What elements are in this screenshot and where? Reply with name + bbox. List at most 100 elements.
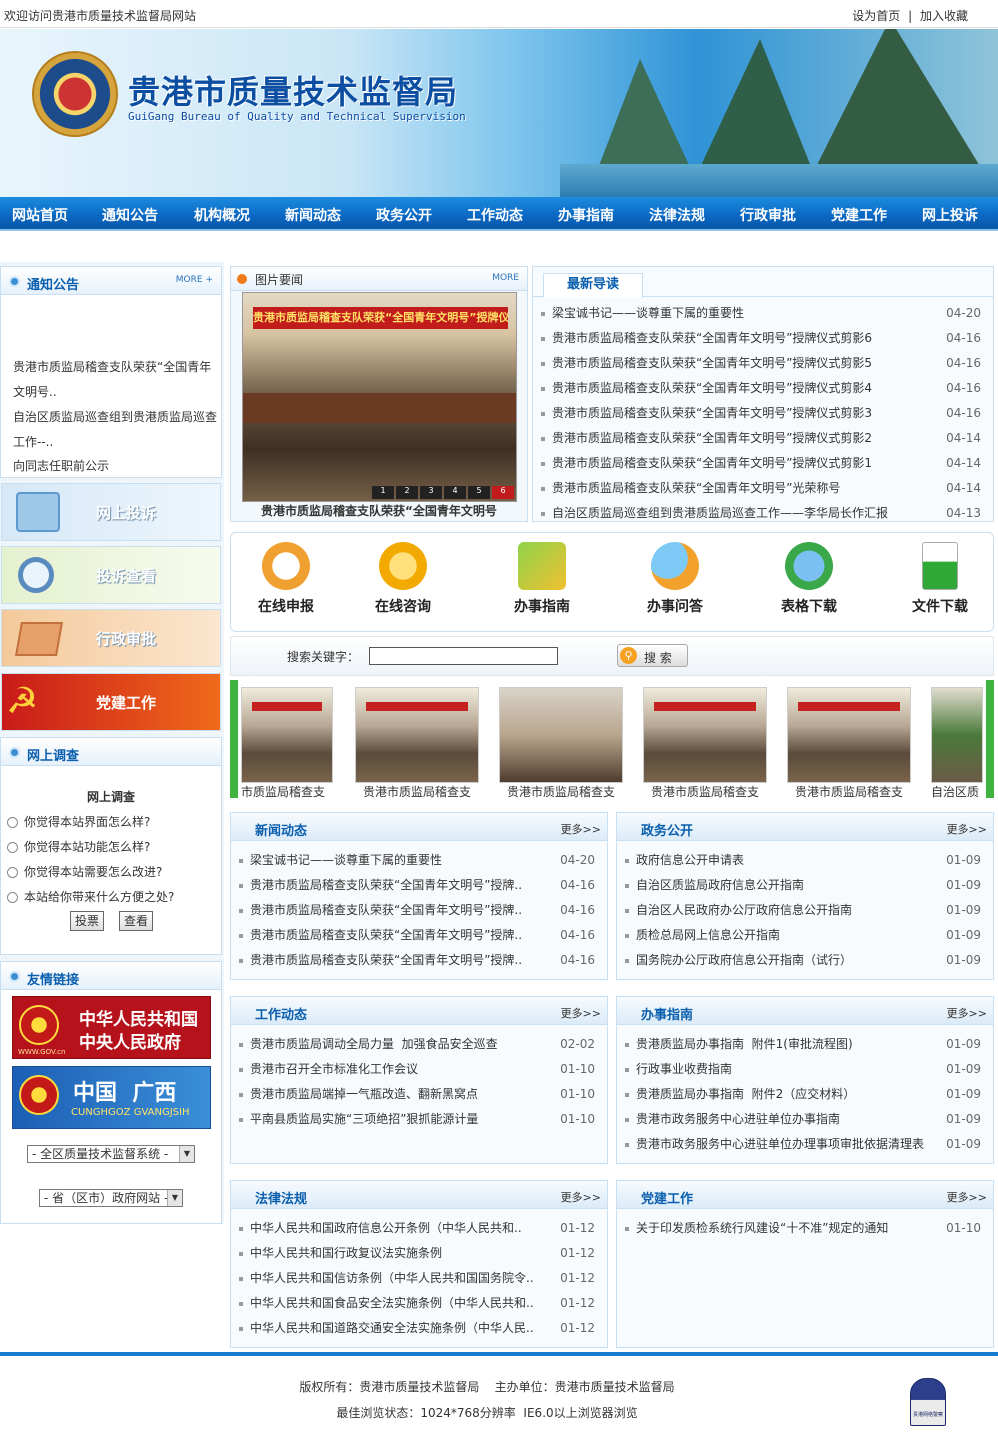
work-item[interactable]: 平南县质监局实施“三项绝招”狠抓能源计量 01-10 (239, 1107, 595, 1132)
news-item[interactable]: 梁宝诚书记——谈尊重下属的重要性 04-20 (239, 848, 595, 873)
pager-button[interactable]: 4 (444, 486, 466, 499)
central-gov-link[interactable]: 中华人民共和国 中央人民政府 WWW.GOV.cn (12, 996, 211, 1059)
file-download-link[interactable]: 文件下载 (885, 542, 995, 616)
law-item[interactable]: 中华人民共和国行政复议法实施条例 01-12 (239, 1241, 595, 1266)
thumbnail-photo[interactable] (355, 687, 479, 783)
guide-item[interactable]: 贵港质监局办事指南 附件2（应交材料） 01-09 (625, 1082, 981, 1107)
scroll-right-icon[interactable] (986, 680, 994, 798)
news-item[interactable]: 贵港市质监局稽查支队荣获“全国青年文明号”授牌.. 04-16 (239, 873, 595, 898)
survey-option[interactable]: 你觉得本站功能怎么样? (7, 838, 150, 855)
service-guide-link[interactable]: 办事指南 (487, 542, 597, 616)
work-item[interactable]: 贵港市质监局调动全局力量 加强食品安全巡查 02-02 (239, 1032, 595, 1057)
online-consult-link[interactable]: 在线咨询 (348, 542, 458, 616)
guide-item[interactable]: 贵港市政务服务中心进驻单位办事指南 01-09 (625, 1107, 981, 1132)
thumbnail-photo[interactable] (643, 687, 767, 783)
vote-button[interactable]: 投票 (70, 911, 104, 931)
quality-system-select[interactable]: - 全区质量技术监督系统 - ▼ (27, 1145, 195, 1163)
thumbnail-photo[interactable] (241, 687, 333, 783)
law-item[interactable]: 中华人民共和国道路交通安全法实施条例（中华人民.. 01-12 (239, 1316, 595, 1341)
view-results-button[interactable]: 查看 (119, 911, 153, 931)
nav-notice[interactable]: 通知公告 (102, 205, 158, 225)
pager-button[interactable]: 1 (372, 486, 394, 499)
nav-news[interactable]: 新闻动态 (285, 205, 341, 225)
more-link[interactable]: 更多>> (561, 1189, 601, 1205)
gov-item[interactable]: 自治区质监局政府信息公开指南 01-09 (625, 873, 981, 898)
radio-icon[interactable] (7, 817, 18, 828)
chevron-down-icon[interactable]: ▼ (167, 1190, 182, 1206)
gov-item[interactable]: 政府信息公开申请表 01-09 (625, 848, 981, 873)
photo-caption[interactable]: 贵港市质监局稽查支队荣获“全国青年文明号 (231, 502, 527, 519)
photo-slideshow[interactable]: 贵港市质监局稽查支队荣获“全国青年文明号”授牌仪式 1 2 3 4 5 6 (242, 292, 517, 502)
nav-about[interactable]: 机构概况 (194, 205, 250, 225)
work-item[interactable]: 贵港市召开全市标准化工作会议 01-10 (239, 1057, 595, 1082)
more-link[interactable]: 更多>> (947, 1189, 987, 1205)
thumbnail-caption[interactable]: 市质监局稽查支 (241, 783, 333, 800)
radio-icon[interactable] (7, 842, 18, 853)
latest-item[interactable]: 自治区质监局巡查组到贵港质监局巡查工作——李华局长作汇报 04-13 (541, 501, 981, 521)
notice-item[interactable]: 自治区质监局巡查组到贵港质监局巡查 (13, 405, 217, 430)
pager-button[interactable]: 5 (468, 486, 490, 499)
nav-approval[interactable]: 行政审批 (740, 205, 796, 225)
chevron-down-icon[interactable]: ▼ (179, 1146, 194, 1162)
law-item[interactable]: 中华人民共和国政府信息公开条例（中华人民共和.. 01-12 (239, 1216, 595, 1241)
more-link[interactable]: 更多>> (561, 1005, 601, 1021)
thumbnail-photo[interactable] (499, 687, 623, 783)
nav-complaint[interactable]: 网上投诉 (922, 205, 978, 225)
law-item[interactable]: 中华人民共和国食品安全法实施条例（中华人民共和.. 01-12 (239, 1291, 595, 1316)
gov-item[interactable]: 质检总局网上信息公开指南 01-09 (625, 923, 981, 948)
radio-icon[interactable] (7, 867, 18, 878)
news-item[interactable]: 贵港市质监局稽查支队荣获“全国青年文明号”授牌.. 04-16 (239, 898, 595, 923)
thumbnail-caption[interactable]: 贵港市质监局稽查支 (499, 783, 623, 800)
news-item[interactable]: 贵港市质监局稽查支队荣获“全国青年文明号”授牌.. 04-16 (239, 948, 595, 973)
set-home-link[interactable]: 设为首页 (852, 9, 900, 23)
gov-item[interactable]: 国务院办公厅政府信息公开指南（试行） 01-09 (625, 948, 981, 973)
guide-item[interactable]: 贵港质监局办事指南 附件1(审批流程图) 01-09 (625, 1032, 981, 1057)
notice-more-link[interactable]: MORE + (176, 275, 213, 285)
more-link[interactable]: 更多>> (561, 821, 601, 837)
pager-button-active[interactable]: 6 (492, 486, 514, 499)
online-complaint-button[interactable]: 网上投诉 (1, 483, 221, 541)
latest-item[interactable]: 贵港市质监局稽查支队荣获“全国青年文明号”授牌仪式剪影4 04-16 (541, 376, 981, 401)
complaint-view-button[interactable]: 投诉查看 (1, 546, 221, 604)
online-apply-link[interactable]: 在线申报 (231, 542, 341, 616)
nav-home[interactable]: 网站首页 (12, 205, 68, 225)
survey-option[interactable]: 你觉得本站需要怎么改进? (7, 863, 162, 880)
search-input[interactable] (369, 647, 558, 665)
more-link[interactable]: 更多>> (947, 821, 987, 837)
latest-item[interactable]: 贵港市质监局稽查支队荣获“全国青年文明号”光荣称号 04-14 (541, 476, 981, 501)
nav-law[interactable]: 法律法规 (649, 205, 705, 225)
latest-item[interactable]: 贵港市质监局稽查支队荣获“全国青年文明号”授牌仪式剪影6 04-16 (541, 326, 981, 351)
party-item[interactable]: 关于印发质检系统行风建设“十不准”规定的通知 01-10 (625, 1216, 981, 1241)
latest-item[interactable]: 贵港市质监局稽查支队荣获“全国青年文明号”授牌仪式剪影5 04-16 (541, 351, 981, 376)
work-item[interactable]: 贵港市质监局端掉一气瓶改造、翻新黑窝点 01-10 (239, 1082, 595, 1107)
guangxi-gov-link[interactable]: 中国 广西 CUNGHGOZ GVANGJSIH (12, 1066, 211, 1129)
latest-item[interactable]: 贵港市质监局稽查支队荣获“全国青年文明号”授牌仪式剪影3 04-16 (541, 401, 981, 426)
thumbnail-photo[interactable] (931, 687, 983, 783)
thumbnail-caption[interactable]: 贵港市质监局稽查支 (355, 783, 479, 800)
survey-option[interactable]: 本站给你带来什么方便之处? (7, 888, 174, 905)
party-work-button[interactable]: ☭ 党建工作 (1, 673, 221, 731)
cyber-police-icon[interactable]: 贵港网络警察 (910, 1378, 946, 1426)
radio-icon[interactable] (7, 892, 18, 903)
service-qa-link[interactable]: 办事问答 (620, 542, 730, 616)
notice-item[interactable]: 贵港市质监局稽查支队荣获“全国青年 (13, 355, 211, 380)
search-button[interactable]: ⚲ 搜 索 (617, 644, 688, 667)
nav-gov[interactable]: 政务公开 (376, 205, 432, 225)
bookmark-link[interactable]: 加入收藏 (920, 9, 968, 23)
latest-item[interactable]: 贵港市质监局稽查支队荣获“全国青年文明号”授牌仪式剪影2 04-14 (541, 426, 981, 451)
pager-button[interactable]: 2 (396, 486, 418, 499)
nav-party[interactable]: 党建工作 (831, 205, 887, 225)
law-item[interactable]: 中华人民共和国信访条例（中华人民共和国国务院令.. 01-12 (239, 1266, 595, 1291)
notice-item[interactable]: 工作--.. (13, 430, 53, 455)
latest-tab[interactable]: 最新导读 (543, 273, 643, 298)
guide-item[interactable]: 贵港市政务服务中心进驻单位办理事项审批依据清理表 01-09 (625, 1132, 981, 1157)
thumbnail-photo[interactable] (787, 687, 911, 783)
form-download-link[interactable]: 表格下载 (754, 542, 864, 616)
news-item[interactable]: 贵港市质监局稽查支队荣获“全国青年文明号”授牌.. 04-16 (239, 923, 595, 948)
scroll-left-icon[interactable] (230, 680, 238, 798)
nav-guide[interactable]: 办事指南 (558, 205, 614, 225)
more-link[interactable]: 更多>> (947, 1005, 987, 1021)
gov-item[interactable]: 自治区人民政府办公厅政府信息公开指南 01-09 (625, 898, 981, 923)
photo-more-link[interactable]: MORE (492, 273, 519, 283)
survey-option[interactable]: 你觉得本站界面怎么样? (7, 813, 150, 830)
